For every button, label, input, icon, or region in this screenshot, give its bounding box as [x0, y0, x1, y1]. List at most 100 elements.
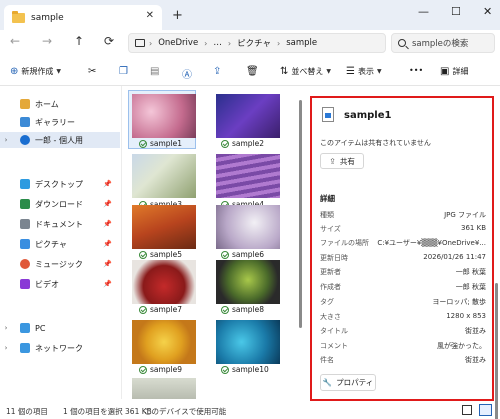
- file-thumbnail[interactable]: [216, 154, 280, 198]
- breadcrumb-sample[interactable]: sample: [286, 38, 317, 48]
- file-thumbnail[interactable]: [132, 205, 196, 249]
- maximize-button[interactable]: ☐: [451, 5, 461, 18]
- properties-button[interactable]: 🔧 プロパティ: [320, 374, 376, 391]
- file-thumbnail[interactable]: [132, 94, 196, 138]
- new-button[interactable]: ⊕ 新規作成 ▼: [10, 66, 61, 77]
- sidebar-item-downloads[interactable]: ダウンロード 📌: [0, 196, 120, 212]
- paste-button[interactable]: ▤: [150, 66, 162, 77]
- synced-check-icon: [221, 305, 229, 314]
- view-button[interactable]: ☰ 表示 ▼: [346, 66, 382, 77]
- title-bar: sample ✕ + — ☐ ✕: [0, 0, 500, 30]
- rename-button[interactable]: Ⓐ: [182, 66, 195, 81]
- synced-check-icon: [221, 365, 229, 374]
- cloud-icon: [20, 135, 30, 145]
- copy-button[interactable]: ❐: [119, 66, 131, 77]
- chevron-right-icon[interactable]: ›: [0, 344, 12, 352]
- tab-close-button[interactable]: ✕: [146, 10, 154, 21]
- back-button[interactable]: ←: [10, 34, 20, 48]
- folder-icon: [12, 10, 25, 23]
- sort-icon: ⇅: [280, 66, 289, 77]
- pin-icon: 📌: [103, 200, 112, 208]
- sidebar-item-music[interactable]: ミュージック 📌: [0, 256, 120, 272]
- copy-icon: ❐: [119, 66, 128, 77]
- address-bar[interactable]: › OneDrive › … › ピクチャ › sample: [128, 33, 386, 53]
- sidebar-item-pictures[interactable]: ピクチャ 📌: [0, 236, 120, 252]
- file-label[interactable]: sample1: [139, 139, 182, 148]
- home-icon: [20, 99, 30, 109]
- property-row: 作成者 一郎 秋葉: [320, 283, 486, 291]
- gallery-icon: [20, 117, 30, 127]
- file-thumbnail[interactable]: [216, 94, 280, 138]
- sort-label: 並べ替え: [291, 67, 324, 76]
- sidebar-item-pc[interactable]: › PC: [0, 320, 120, 336]
- monitor-icon: [135, 39, 145, 47]
- new-tab-button[interactable]: +: [172, 8, 183, 23]
- file-thumbnail[interactable]: [216, 320, 280, 364]
- share-button[interactable]: ⇪: [213, 66, 224, 77]
- details-heading: 詳細: [320, 194, 335, 203]
- file-thumbnail[interactable]: [132, 320, 196, 364]
- pin-icon: 📌: [103, 240, 112, 248]
- sidebar-item-desktop[interactable]: デスクトップ 📌: [0, 176, 120, 192]
- wrench-icon: 🔧: [322, 378, 333, 387]
- breadcrumb-pictures[interactable]: ピクチャ: [237, 37, 271, 49]
- sidebar-item-documents[interactable]: ドキュメント 📌: [0, 216, 120, 232]
- command-bar: ⊕ 新規作成 ▼ ✂ ❐ ▤ Ⓐ ⇪ 🗑 ⇅ 並べ替え ▼ ☰ 表示 ▼ •••…: [0, 62, 500, 86]
- details-button[interactable]: ▣ 詳細: [440, 66, 468, 77]
- breadcrumb-onedrive[interactable]: OneDrive: [158, 38, 198, 48]
- chevron-right-icon[interactable]: ›: [0, 324, 12, 332]
- file-label[interactable]: sample6: [221, 250, 264, 259]
- property-row: 更新日時 2026/01/26 11:47: [320, 253, 486, 262]
- availability-status: このデバイスで使用可能: [144, 407, 227, 416]
- details-pane: sample1 このアイテムは共有されていません ⇪ 共有 詳細 種類 JPG フ…: [310, 96, 498, 419]
- item-count: 11 個の項目: [6, 407, 48, 416]
- sidebar-item-onedrive[interactable]: › 一郎 - 個人用: [0, 132, 120, 148]
- tab-sample[interactable]: sample ✕: [4, 5, 162, 30]
- file-label[interactable]: sample5: [139, 250, 182, 259]
- file-thumbnail[interactable]: [216, 205, 280, 249]
- property-row: 更新者 一郎 秋葉: [320, 268, 486, 276]
- file-thumbnail[interactable]: [216, 260, 280, 304]
- navigation-pane: ホーム ギャラリー › 一郎 - 個人用 デスクトップ 📌 ダウンロード 📌 ド…: [0, 86, 122, 399]
- sort-button[interactable]: ⇅ 並べ替え ▼: [280, 66, 331, 77]
- grid-scrollbar[interactable]: [299, 100, 302, 328]
- sidebar-item-home[interactable]: ホーム: [0, 96, 120, 112]
- breadcrumb-ellipsis[interactable]: …: [213, 38, 222, 48]
- file-thumbnail[interactable]: [132, 378, 196, 399]
- file-label[interactable]: sample2: [221, 139, 264, 148]
- share-status: このアイテムは共有されていません: [320, 139, 431, 147]
- more-button[interactable]: •••: [409, 66, 423, 75]
- file-label[interactable]: sample7: [139, 305, 182, 314]
- sidebar-item-network[interactable]: › ネットワーク: [0, 340, 120, 356]
- sidebar-item-videos[interactable]: ビデオ 📌: [0, 276, 120, 292]
- refresh-button[interactable]: ⟳: [104, 34, 114, 48]
- property-row: 件名 街並み: [320, 356, 486, 364]
- details-scrollbar[interactable]: [495, 283, 498, 419]
- chevron-down-icon: ▼: [326, 68, 332, 75]
- delete-button[interactable]: 🗑: [246, 66, 262, 77]
- share-icon: ⇪: [213, 66, 222, 77]
- plus-circle-icon: ⊕: [10, 66, 19, 77]
- synced-check-icon: [221, 250, 229, 259]
- file-label[interactable]: sample8: [221, 305, 264, 314]
- file-thumbnail[interactable]: [132, 154, 196, 198]
- search-box[interactable]: sampleの検索: [391, 33, 495, 53]
- file-label[interactable]: sample9: [139, 365, 182, 374]
- up-button[interactable]: ↑: [74, 34, 84, 48]
- file-label[interactable]: sample10: [221, 365, 269, 374]
- new-label: 新規作成: [21, 67, 54, 76]
- close-window-button[interactable]: ✕: [483, 5, 492, 18]
- file-thumbnail[interactable]: [132, 260, 196, 304]
- image-file-icon: [322, 107, 334, 122]
- forward-button[interactable]: →: [42, 34, 52, 48]
- minimize-button[interactable]: —: [418, 5, 429, 18]
- details-view-icon[interactable]: [462, 405, 472, 415]
- thumbnail-view-icon[interactable]: [479, 404, 492, 416]
- cut-button[interactable]: ✂: [88, 66, 99, 77]
- property-row: サイズ 361 KB: [320, 224, 486, 233]
- pin-icon: 📌: [103, 180, 112, 188]
- chevron-right-icon[interactable]: ›: [0, 136, 12, 144]
- file-grid: sample1 sample2 sample3 sample4 sample5 …: [123, 86, 298, 399]
- share-button[interactable]: ⇪ 共有: [320, 153, 364, 169]
- sidebar-item-gallery[interactable]: ギャラリー: [0, 114, 120, 130]
